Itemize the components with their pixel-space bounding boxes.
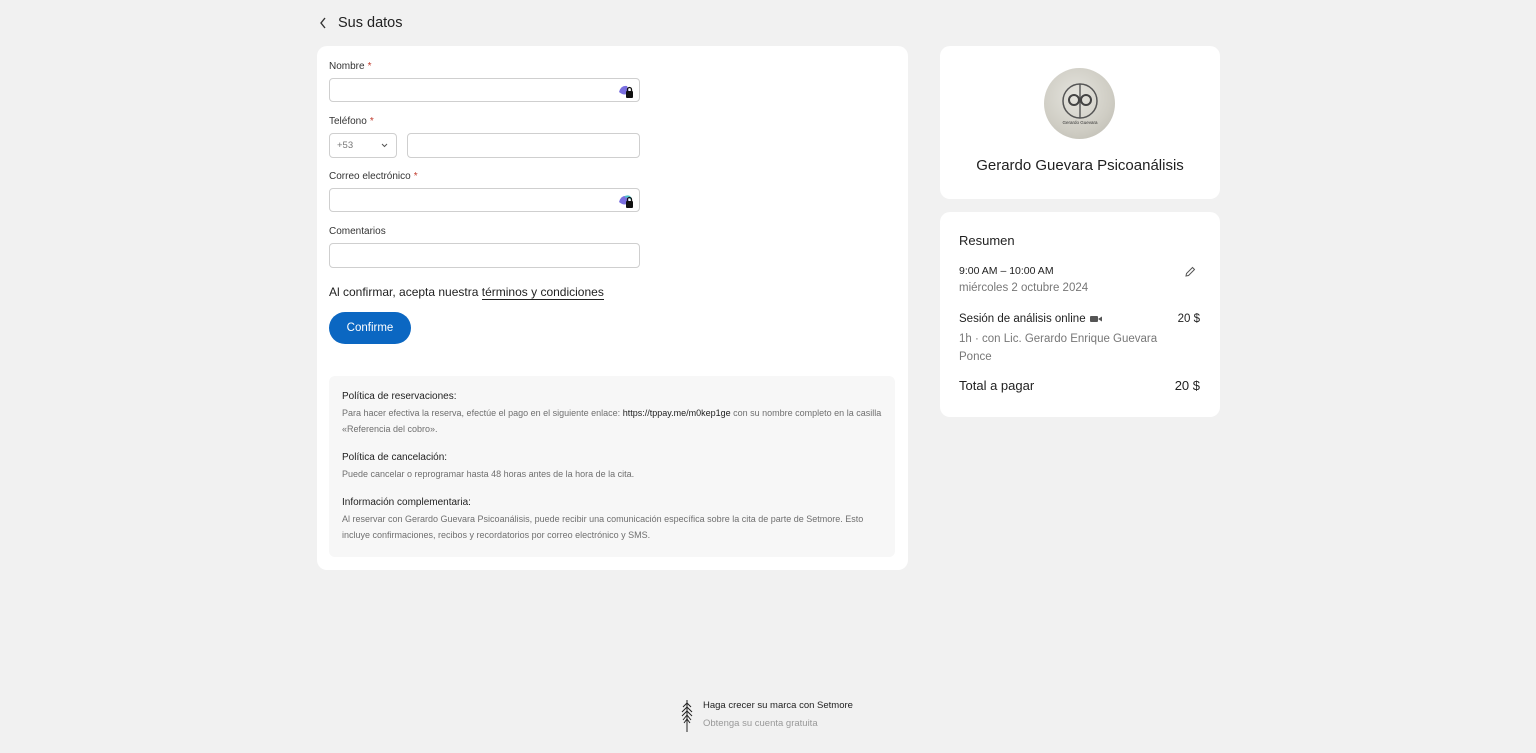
- svg-text:Gerardo Guevara: Gerardo Guevara: [1062, 120, 1098, 125]
- comments-label: Comentarios: [329, 226, 386, 237]
- business-card: Gerardo Guevara Gerardo Guevara Psicoaná…: [940, 46, 1220, 199]
- page-title: Sus datos: [338, 15, 403, 31]
- summary-title: Resumen: [959, 233, 1015, 248]
- business-logo: Gerardo Guevara: [1044, 68, 1115, 139]
- page-header: Sus datos: [316, 12, 403, 34]
- comments-input[interactable]: [329, 243, 640, 268]
- policy-box: Política de reservaciones: Para hacer ef…: [329, 376, 895, 557]
- cancellation-policy-text: Puede cancelar o reprogramar hasta 48 ho…: [342, 469, 635, 479]
- reservation-policy-text: Para hacer efectiva la reserva, efectúe …: [342, 408, 882, 434]
- password-manager-icon[interactable]: [617, 193, 635, 209]
- summary-card: Resumen 9:00 AM – 10:00 AM miércoles 2 o…: [940, 212, 1220, 417]
- back-button[interactable]: [316, 13, 330, 33]
- total-value: 20 $: [1174, 378, 1200, 393]
- details-form-card: Nombre * Teléfono * +53 Correo electrónico…: [317, 46, 908, 570]
- service-price: 20 $: [1177, 313, 1200, 325]
- service-name: Sesión de análisis online: [959, 313, 1102, 325]
- total-label: Total a pagar: [959, 378, 1035, 393]
- name-input[interactable]: [329, 78, 640, 102]
- appointment-time: 9:00 AM – 10:00 AM: [959, 265, 1054, 277]
- cancellation-policy-title: Política de cancelación:: [342, 452, 448, 463]
- business-name: Gerardo Guevara Psicoanálisis: [976, 157, 1184, 174]
- setmore-promo[interactable]: Haga crecer su marca con Setmore Obtenga…: [681, 700, 853, 732]
- video-camera-icon: [1089, 316, 1102, 322]
- email-input[interactable]: [329, 188, 640, 212]
- phone-input[interactable]: [407, 133, 640, 158]
- additional-info-text: Al reservar con Gerardo Guevara Psicoaná…: [342, 514, 864, 540]
- country-code-select[interactable]: +53: [329, 133, 397, 158]
- terms-notice: Al confirmar, acepta nuestra términos y …: [329, 285, 604, 300]
- password-manager-icon[interactable]: [617, 83, 635, 99]
- additional-info-title: Información complementaria:: [342, 497, 471, 508]
- footer-signup-link[interactable]: Obtenga su cuenta gratuita: [703, 718, 853, 729]
- business-logo-mark: Gerardo Guevara: [1061, 82, 1098, 125]
- chevron-down-icon: [381, 143, 388, 148]
- confirm-button[interactable]: Confirme: [329, 312, 411, 344]
- payment-link[interactable]: https://tppay.me/m0kep1ge: [623, 408, 731, 418]
- country-code-value: +53: [337, 140, 354, 151]
- tree-logo-icon: [681, 700, 693, 732]
- edit-pencil-icon[interactable]: [1183, 265, 1197, 279]
- reservation-policy-title: Política de reservaciones:: [342, 391, 457, 402]
- phone-label: Teléfono *: [329, 116, 374, 127]
- terms-link[interactable]: términos y condiciones: [481, 285, 604, 300]
- chevron-left-icon: [320, 17, 326, 29]
- footer-promo-text: Haga crecer su marca con Setmore: [703, 700, 853, 711]
- email-label: Correo electrónico *: [329, 171, 418, 182]
- appointment-date: miércoles 2 octubre 2024: [959, 282, 1089, 294]
- name-label: Nombre *: [329, 61, 372, 72]
- service-description: 1h · con Lic. Gerardo Enrique Guevara Po…: [959, 333, 1158, 363]
